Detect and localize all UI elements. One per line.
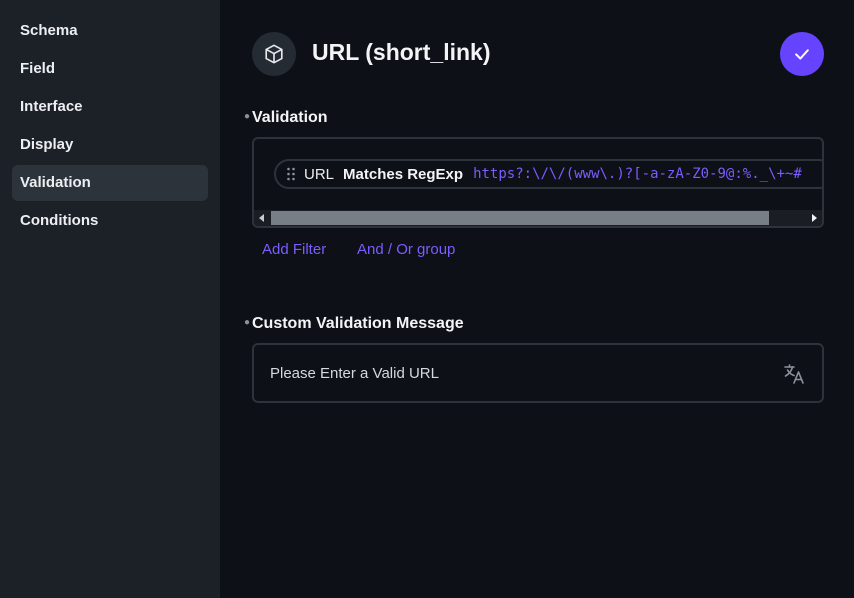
scroll-thumb[interactable] bbox=[271, 211, 769, 225]
sidebar: Schema Field Interface Display Validatio… bbox=[0, 0, 220, 598]
add-filter-button[interactable]: Add Filter bbox=[262, 241, 326, 258]
filter-value[interactable]: https?:\/\/(www\.)?[-a-zA-Z0-9@:%._\+~# bbox=[473, 166, 802, 182]
required-dot: ● bbox=[244, 111, 251, 122]
page-title: URL (short_link) bbox=[312, 39, 491, 65]
validation-label-text: Validation bbox=[252, 109, 328, 126]
filter-rule[interactable]: URL Matches RegExp https?:\/\/(www\.)?[-… bbox=[274, 159, 822, 189]
check-icon bbox=[795, 49, 809, 60]
save-button[interactable] bbox=[780, 32, 824, 76]
main-panel: URL (short_link) ● Validation URL Matche… bbox=[220, 0, 854, 598]
sidebar-item-validation[interactable]: Validation bbox=[12, 165, 208, 201]
translate-icon[interactable] bbox=[782, 362, 806, 386]
scroll-right-icon[interactable] bbox=[812, 214, 817, 222]
custom-message-label-text: Custom Validation Message bbox=[252, 315, 464, 332]
sidebar-item-display[interactable]: Display bbox=[12, 127, 208, 163]
filter-field[interactable]: URL bbox=[304, 166, 334, 183]
validation-label: ● Validation bbox=[244, 109, 328, 127]
validation-filter-box: URL Matches RegExp https?:\/\/(www\.)?[-… bbox=[252, 137, 824, 228]
scroll-left-icon[interactable] bbox=[259, 214, 264, 222]
sidebar-item-interface[interactable]: Interface bbox=[12, 89, 208, 125]
drag-handle-icon[interactable] bbox=[286, 167, 296, 181]
cube-icon bbox=[252, 32, 296, 76]
filter-operator[interactable]: Matches RegExp bbox=[343, 166, 463, 183]
sidebar-item-conditions[interactable]: Conditions bbox=[12, 203, 208, 239]
required-dot: ● bbox=[244, 317, 251, 328]
custom-message-value[interactable]: Please Enter a Valid URL bbox=[270, 365, 439, 382]
horizontal-scrollbar[interactable] bbox=[254, 210, 822, 226]
and-or-group-button[interactable]: And / Or group bbox=[357, 241, 455, 258]
sidebar-item-schema[interactable]: Schema bbox=[12, 13, 208, 49]
custom-message-label: ● Custom Validation Message bbox=[244, 315, 464, 333]
sidebar-item-field[interactable]: Field bbox=[12, 51, 208, 87]
custom-message-input[interactable]: Please Enter a Valid URL bbox=[252, 343, 824, 403]
